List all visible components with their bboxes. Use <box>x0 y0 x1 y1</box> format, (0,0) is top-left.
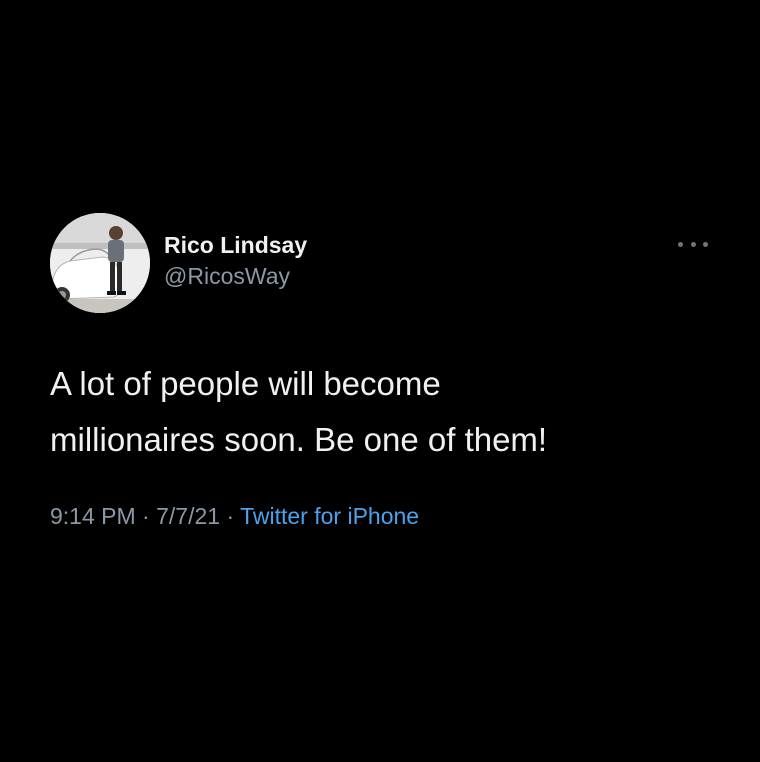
tweet-date[interactable]: 7/7/21 <box>156 503 220 529</box>
author-handle[interactable]: @RicosWay <box>164 261 307 291</box>
author-display-name[interactable]: Rico Lindsay <box>164 231 307 259</box>
avatar-photo <box>50 213 150 313</box>
tweet-text-line: A lot of people will become <box>50 365 441 402</box>
meta-separator: · <box>226 503 235 529</box>
author-info: Rico Lindsay @RicosWay <box>164 231 307 291</box>
tweet-source-link[interactable]: Twitter for iPhone <box>240 503 419 529</box>
more-dot <box>703 241 708 247</box>
tweet-card: Rico Lindsay @RicosWay A lot of people w… <box>50 213 710 531</box>
more-dot <box>690 241 696 247</box>
avatar[interactable] <box>50 213 150 313</box>
tweet-meta: 9:14 PM · 7/7/21 · Twitter for iPhone <box>50 501 710 531</box>
more-horizontal-icon[interactable] <box>678 236 708 252</box>
meta-separator: · <box>142 503 150 529</box>
tweet-text: A lot of people will become millionaires… <box>50 356 710 468</box>
tweet-text-line: millionaires soon. Be one of them! <box>50 421 548 458</box>
tweet-header: Rico Lindsay @RicosWay <box>50 213 710 313</box>
more-dot <box>678 241 683 247</box>
tweet-time[interactable]: 9:14 PM <box>50 503 136 529</box>
